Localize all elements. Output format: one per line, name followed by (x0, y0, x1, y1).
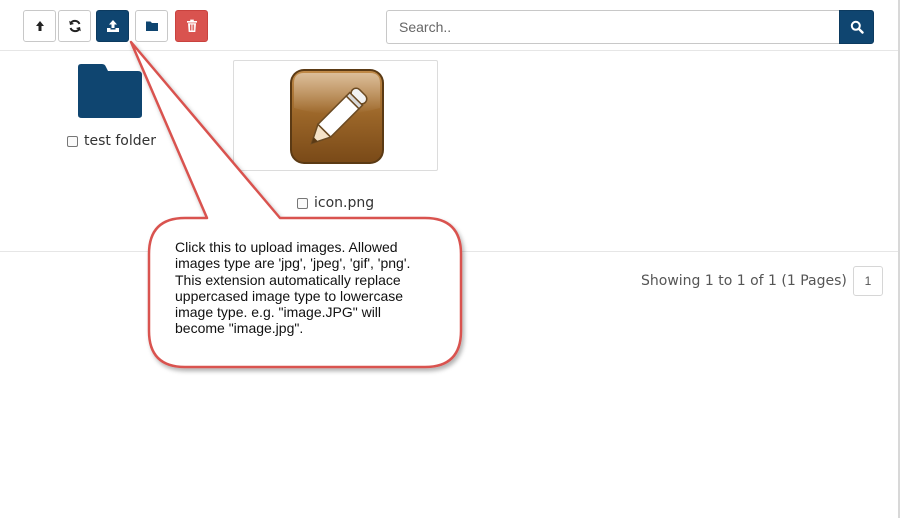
callout-line: image type. e.g. "image.JPG" will (175, 304, 382, 321)
callout-line: Click this to upload images. Allowed (175, 239, 398, 255)
callout-line: uppercased image type to lowercase (175, 287, 404, 304)
callout-text: Click this to upload images. Allowed ima… (175, 239, 460, 337)
callout-line: images type are 'jpg', 'jpeg', 'gif', 'p… (175, 255, 411, 272)
callout-line: become "image.jpg". (175, 320, 304, 337)
callout-line: This extension automatically replace (175, 271, 401, 288)
